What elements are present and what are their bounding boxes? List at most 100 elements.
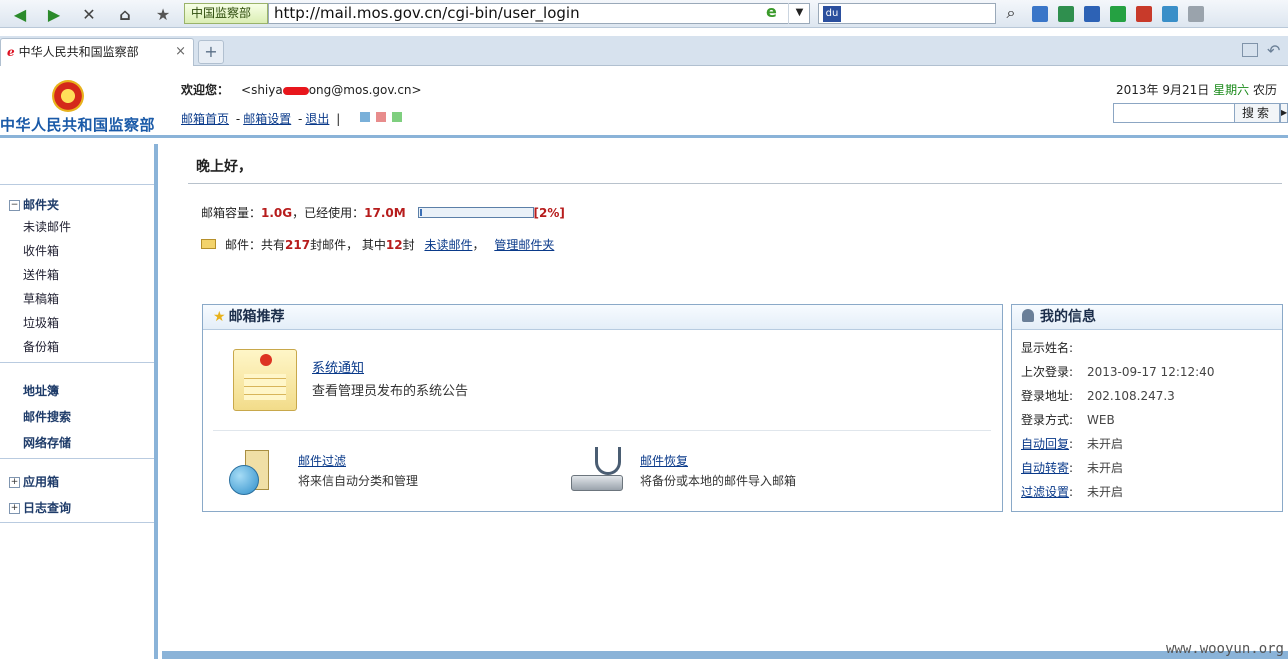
info-auto-forward: 自动转寄: 未开启 <box>1021 461 1124 475</box>
forward-icon[interactable]: ▶ <box>42 2 66 26</box>
skin-green[interactable] <box>392 112 402 122</box>
sidebar-item-sent[interactable]: 送件箱 <box>23 266 59 283</box>
apps-icon[interactable] <box>1032 6 1048 22</box>
unread-mail-link[interactable]: 未读邮件 <box>424 238 472 252</box>
address-bar[interactable]: http://mail.mos.gov.cn/cgi-bin/user_logi… <box>268 3 810 24</box>
quota-total: 1.0G <box>261 206 293 220</box>
welcome-label: 欢迎您： <box>181 83 230 97</box>
hard-drive-icon[interactable] <box>571 475 623 491</box>
my-info-box: 我的信息 显示姓名: 上次登录: 2013-09-17 12:12:40 登录地址… <box>1011 304 1283 512</box>
globe-icon[interactable] <box>229 465 259 495</box>
info-display-name: 显示姓名: <box>1021 341 1074 355</box>
mail-restore-link[interactable]: 邮件恢复 <box>640 452 688 469</box>
undo-close-icon[interactable]: ↶ <box>1267 41 1280 60</box>
sidebar-logs-header[interactable]: + 日志查询 <box>9 499 71 516</box>
pin-icon <box>260 354 272 366</box>
org-name: 中华人民共和国监察部 <box>0 116 156 134</box>
home-icon[interactable]: ⌂ <box>113 2 137 26</box>
mail-filter-link[interactable]: 邮件过滤 <box>298 452 346 469</box>
collapse-icon[interactable]: − <box>9 200 20 211</box>
skin-blue[interactable] <box>360 112 370 122</box>
game-icon[interactable] <box>1188 6 1204 22</box>
stethoscope-icon <box>595 447 621 475</box>
ie-icon: e <box>7 45 15 59</box>
nav-mailbox-settings[interactable]: 邮箱设置 <box>243 112 291 126</box>
film-icon[interactable] <box>1058 6 1074 22</box>
email-suffix: ong@mos.gov.cn> <box>308 83 422 97</box>
shield-icon[interactable] <box>1110 6 1126 22</box>
back-icon[interactable]: ◀ <box>8 2 32 26</box>
sidebar-item-unread[interactable]: 未读邮件 <box>23 218 71 235</box>
sidebar-divider <box>0 522 154 523</box>
sidebar-apps-header[interactable]: + 应用箱 <box>9 473 59 490</box>
manage-folders-link[interactable]: 管理邮件夹 <box>494 238 554 252</box>
info-filter-settings: 过滤设置: 未开启 <box>1021 485 1124 499</box>
info-login-address: 登录地址: 202.108.247.3 <box>1021 389 1175 403</box>
recommend-box-header: ★ 邮箱推荐 <box>203 305 1002 330</box>
system-notice-link[interactable]: 系统通知 <box>312 357 364 376</box>
baidu-icon[interactable]: du <box>823 6 841 22</box>
sidebar-divider <box>0 458 154 459</box>
notice-board-icon[interactable] <box>233 349 297 411</box>
date-display: 2013年 9月21日 星期六 农历 <box>1116 83 1277 97</box>
sidebar-item-drafts[interactable]: 草稿箱 <box>23 290 59 307</box>
address-dropdown-icon[interactable]: ▼ <box>788 3 810 24</box>
sidebar-item-inbox[interactable]: 收件箱 <box>23 242 59 259</box>
main-panel: 晚上好， 邮箱容量：1.0G，已经使用：17.0M [2%] 邮件：共有217封… <box>162 144 1288 659</box>
bottom-frame-band <box>162 651 1288 659</box>
watermark: www.wooyun.org <box>1165 641 1284 657</box>
sidebar: − 邮件夹 未读邮件 收件箱 送件箱 草稿箱 垃圾箱 备份箱 地址簿 邮件搜索 网… <box>0 144 158 659</box>
filter-settings-link[interactable]: 过滤设置 <box>1021 485 1069 499</box>
search-more-icon[interactable]: ▶ <box>1280 103 1288 123</box>
favorites-icon[interactable]: ★ <box>151 2 175 26</box>
mail-restore-desc: 将备份或本地的邮件导入邮箱 <box>640 474 797 488</box>
sidebar-item-mail-search[interactable]: 邮件搜索 <box>23 408 71 425</box>
quota-used: 17.0M <box>364 206 406 220</box>
my-info-box-header: 我的信息 <box>1012 305 1282 330</box>
tab-close-icon[interactable]: × <box>175 39 186 65</box>
quota-percent: [2%] <box>533 206 565 220</box>
tab-title: 中华人民共和国监察部 <box>18 45 139 59</box>
skin-selector <box>360 112 402 122</box>
auto-forward-link[interactable]: 自动转寄 <box>1021 461 1069 475</box>
sidebar-item-trash[interactable]: 垃圾箱 <box>23 314 59 331</box>
security-zone-label[interactable]: 中国监察部 <box>184 3 268 24</box>
auto-reply-link[interactable]: 自动回复 <box>1021 437 1069 451</box>
screenshot-icon[interactable] <box>1162 6 1178 22</box>
browser-tab[interactable]: e 中华人民共和国监察部 × <box>0 38 194 66</box>
mail-search-input[interactable] <box>1113 103 1235 123</box>
mail-unread-count: 12 <box>385 238 403 252</box>
tab-list-icon[interactable] <box>1242 43 1258 57</box>
nav-logout[interactable]: 退出 <box>305 112 329 126</box>
browser-search-input[interactable]: du <box>818 3 996 24</box>
new-tab-button[interactable]: + <box>198 40 224 64</box>
tab-strip: e 中华人民共和国监察部 × + ↶ <box>0 36 1288 66</box>
quota-progress-bar <box>417 207 534 218</box>
browser-toolbar: ◀ ▶ ✕ ⌂ ★ 中国监察部 http://mail.mos.gov.cn/c… <box>0 0 1288 28</box>
skin-red[interactable] <box>376 112 386 122</box>
info-auto-reply: 自动回复: 未开启 <box>1021 437 1124 451</box>
nav-mailbox-home[interactable]: 邮箱首页 <box>181 112 229 126</box>
key-icon[interactable] <box>1084 6 1100 22</box>
envelope-icon <box>201 238 216 249</box>
mail-search-button[interactable]: 搜索 <box>1234 103 1280 123</box>
welcome-line: 欢迎您： <shiya ong@mos.gov.cn> <box>181 81 422 98</box>
expand-icon[interactable]: + <box>9 477 20 488</box>
expand-icon[interactable]: + <box>9 503 20 514</box>
sidebar-folders-header[interactable]: − 邮件夹 <box>9 196 59 213</box>
email-prefix: <shiya <box>241 83 283 97</box>
translate-icon[interactable] <box>1136 6 1152 22</box>
magnifier-icon[interactable]: ⌕ <box>998 3 1024 24</box>
national-emblem-icon <box>52 80 84 112</box>
toolbar-extensions <box>1032 6 1204 22</box>
sidebar-item-addressbook[interactable]: 地址簿 <box>23 382 59 399</box>
sidebar-item-net-storage[interactable]: 网络存储 <box>23 434 71 451</box>
system-notice-desc: 查看管理员发布的系统公告 <box>312 384 469 399</box>
stop-icon[interactable]: ✕ <box>77 2 101 26</box>
sidebar-divider <box>0 362 154 363</box>
greeting-divider <box>188 183 1282 184</box>
sidebar-item-backup[interactable]: 备份箱 <box>23 338 59 355</box>
info-login-method: 登录方式: WEB <box>1021 413 1115 427</box>
sidebar-top <box>0 144 154 185</box>
compat-mode-icon[interactable]: e <box>766 2 784 21</box>
